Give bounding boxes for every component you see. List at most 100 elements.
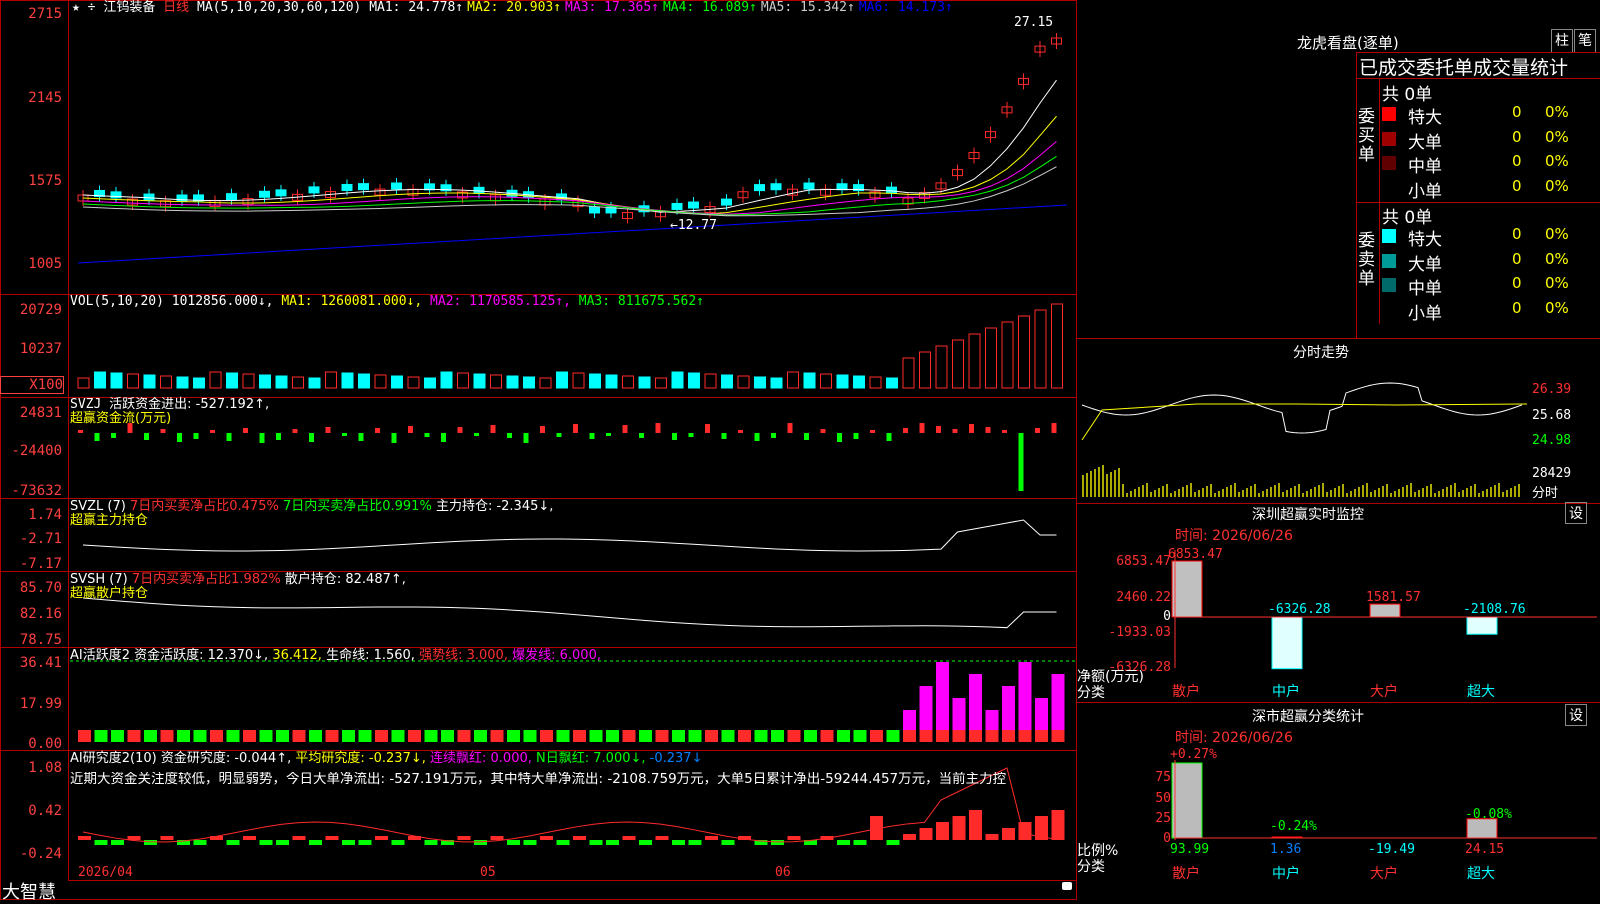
main-chart-area[interactable]: 2715 2145 1575 1005 20729 10237 X100 248… — [0, 0, 1077, 900]
intraday-vol-bar — [1478, 493, 1480, 497]
stock-name[interactable]: 江钨装备 — [103, 0, 155, 15]
intraday-vol-bar — [1094, 469, 1096, 497]
intraday-vol-bar — [1334, 488, 1336, 497]
candle-body — [143, 193, 155, 201]
activity-bar — [457, 730, 471, 742]
svsh-title: SVSH (7) — [70, 572, 128, 587]
flow-bar — [1035, 428, 1040, 433]
ai2-title: AI研究度2(10) — [70, 751, 157, 766]
flow-bar — [160, 429, 166, 433]
research-bar — [292, 836, 306, 840]
intraday-vol-bar — [1362, 485, 1364, 497]
monitor-category-label: 中户 — [1272, 683, 1300, 700]
intraday-vol-bar — [1514, 486, 1516, 497]
vol-bar — [556, 371, 568, 389]
research-bar — [721, 840, 735, 845]
vol-bar — [259, 374, 271, 389]
candle-body — [275, 189, 287, 197]
activity-bar — [969, 674, 982, 730]
intraday-vol-bar — [1358, 487, 1360, 497]
svsh-y-tick: 78.75 — [19, 632, 62, 648]
vol-ma3: MA3: 811675.562↑ — [578, 294, 704, 309]
svsh-subtitle: 超赢散户持仓 — [70, 586, 149, 601]
vol-bar — [275, 375, 288, 389]
ai2-comment: 近期大资金关注度较低，明显弱势，今日大单净流出: -527.191万元，其中特大… — [70, 772, 1007, 786]
period-label[interactable]: 日线 — [163, 0, 189, 15]
intraday-vol-bar — [1186, 485, 1188, 497]
star-icon[interactable]: ★ — [72, 0, 80, 15]
activity-bar — [276, 730, 289, 742]
monitor-bar — [1271, 616, 1303, 670]
ma-legend-item: MA6: 14.173↑ — [858, 0, 953, 15]
svzj-y-tick: 24831 — [19, 405, 62, 421]
intraday-vol-bar — [1082, 475, 1084, 497]
lock-icon[interactable] — [1062, 882, 1072, 890]
flow-bar — [721, 433, 727, 439]
vol-y-tick: 10237 — [19, 341, 62, 357]
intraday-vol-bar — [1226, 487, 1228, 497]
activity-bar — [952, 698, 966, 730]
ma-legend-item: MA1: 24.778↑ — [369, 0, 464, 15]
research-bar — [622, 836, 636, 840]
intraday-vol-bar — [1398, 489, 1400, 497]
intraday-vol-bar — [1482, 491, 1484, 497]
vol-bar — [968, 333, 981, 389]
stats-value-label: 1.36 — [1270, 842, 1301, 857]
candle-body — [226, 193, 237, 201]
vol-y-tick: 20729 — [19, 302, 62, 318]
research-bar — [276, 840, 289, 845]
activity-bar — [721, 730, 735, 742]
research-bar — [457, 836, 471, 840]
flow-bar — [589, 433, 595, 439]
flow-bar — [1051, 423, 1057, 433]
vol-bar — [770, 377, 783, 389]
intraday-vol-bar — [1178, 489, 1180, 497]
flow-bar — [309, 433, 314, 442]
vol-bar — [985, 327, 997, 389]
activity-bar — [985, 710, 999, 730]
flow-bar — [94, 433, 100, 441]
ai2-a: 资金研究度: -0.044↑, — [160, 751, 292, 766]
intraday-vol-bar — [1106, 474, 1108, 497]
flow-bar — [573, 424, 578, 433]
activity-bar — [177, 730, 190, 742]
activity-bar — [325, 730, 339, 742]
research-bar — [952, 816, 966, 840]
research-bar — [672, 840, 685, 845]
ma-legend-item: MA5: 15.342↑ — [760, 0, 855, 15]
activity-bar — [490, 730, 504, 742]
vol-bar — [143, 374, 156, 389]
svzl-c: 主力持仓: -2.345↓, — [435, 499, 554, 514]
app-brand: 大智慧 — [2, 882, 56, 903]
candle-body — [770, 183, 782, 191]
candle-body — [259, 190, 270, 198]
flow-bar — [1002, 430, 1007, 433]
svzj-y-tick: -73632 — [11, 483, 62, 499]
intraday-vol-bar — [1346, 493, 1348, 497]
intraday-vol-bar — [1518, 484, 1520, 497]
stats-value-label: 93.99 — [1170, 842, 1209, 857]
intraday-vol-bar — [1510, 488, 1512, 497]
intraday-vol-bar — [1434, 493, 1436, 497]
activity-bar — [754, 730, 768, 742]
vol-bar — [490, 374, 502, 389]
activity-bar — [787, 730, 801, 742]
flow-bar — [655, 423, 661, 433]
activity-bar — [127, 730, 141, 742]
vol-bar — [803, 372, 816, 389]
research-bar — [1051, 810, 1065, 840]
ai1-y-tick: 17.99 — [19, 696, 62, 712]
activity-bar — [375, 730, 388, 742]
ai1-b: 36.412, — [272, 648, 322, 663]
intraday-vol-bar — [1498, 483, 1500, 497]
kline-y-tick: 1575 — [28, 173, 62, 189]
stats-value-label: -19.49 — [1368, 842, 1415, 857]
intraday-vol-bar — [1310, 489, 1312, 497]
research-bar — [507, 840, 520, 845]
intraday-vol-bar — [1394, 491, 1396, 497]
vol-bar — [341, 372, 354, 389]
expand-icon[interactable]: ÷ — [88, 0, 96, 15]
vol-bar — [671, 371, 684, 389]
flow-bar — [705, 424, 710, 433]
flow-bar — [358, 433, 364, 441]
